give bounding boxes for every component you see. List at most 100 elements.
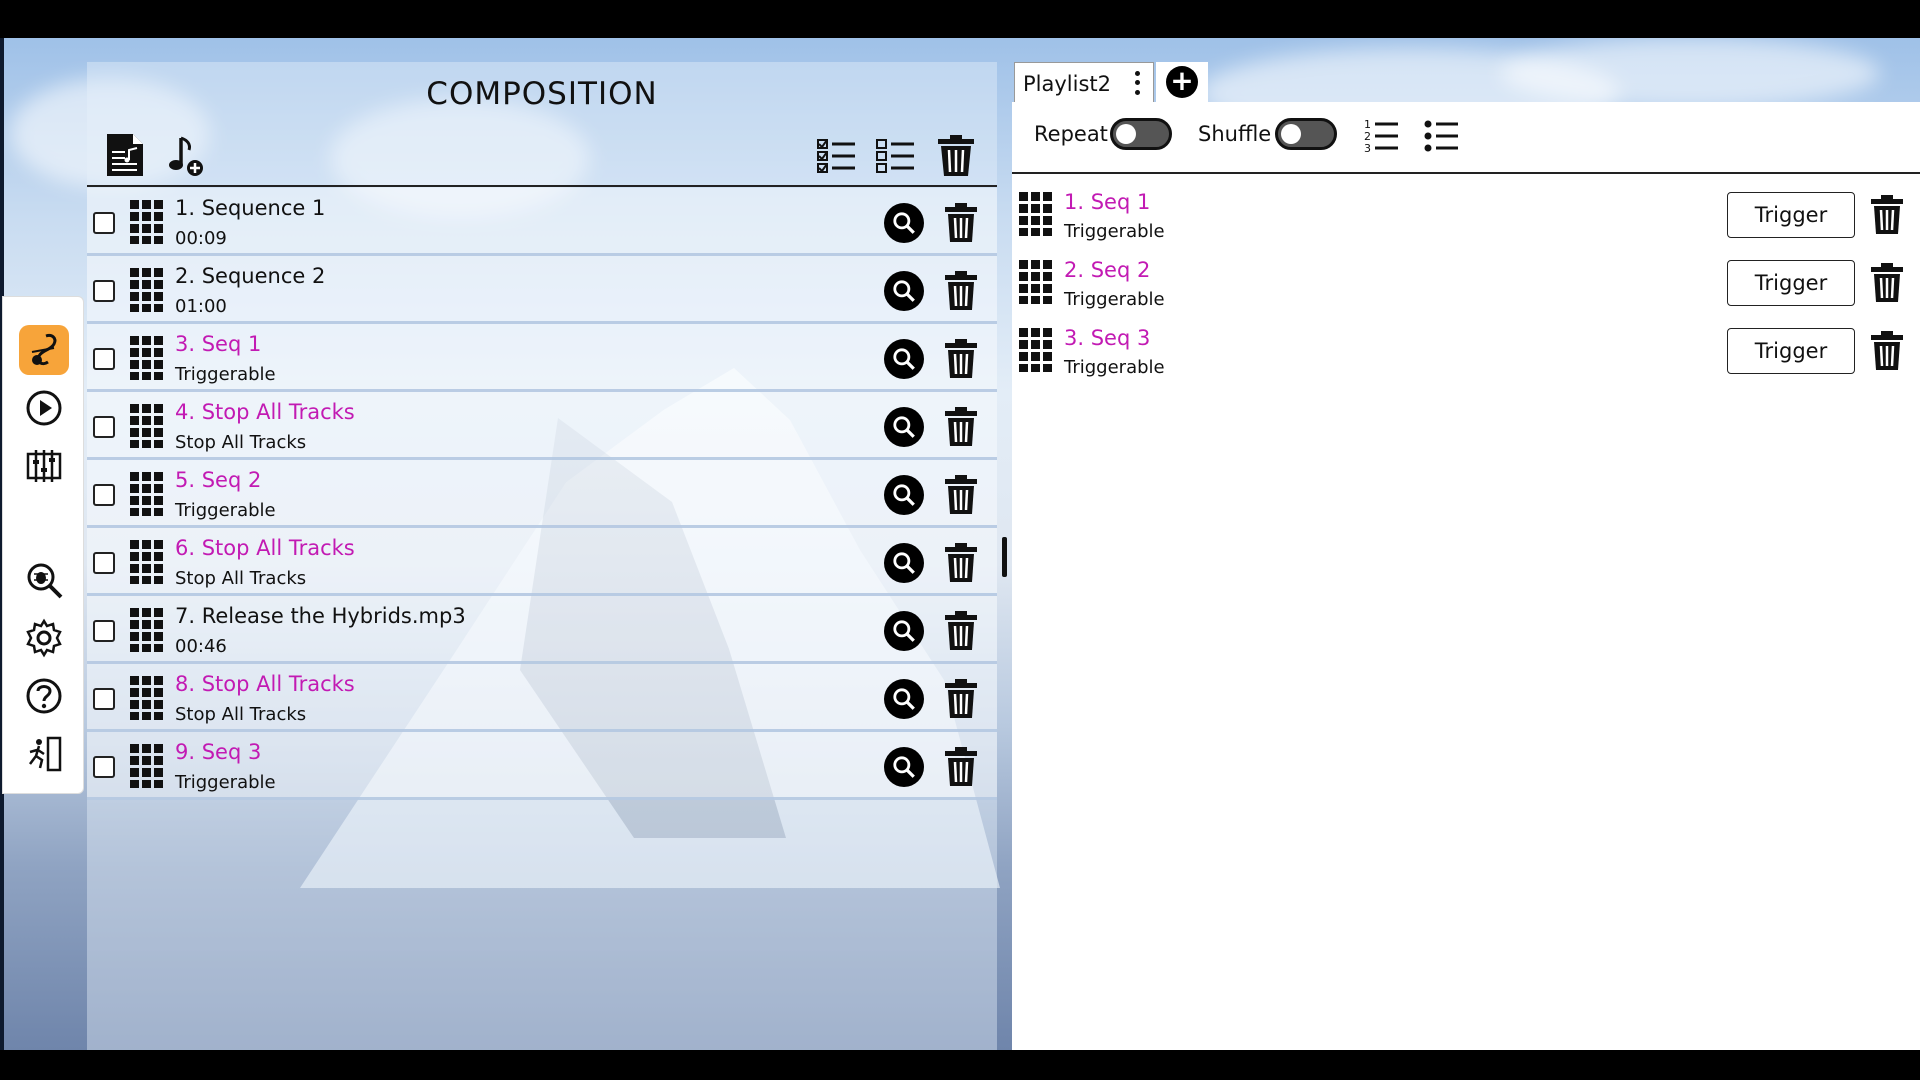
search-icon [893, 348, 915, 370]
item-subtitle: 00:09 [175, 228, 227, 249]
drag-handle-grid-icon[interactable] [130, 744, 164, 788]
inspect-button[interactable] [884, 747, 924, 787]
drag-handle-grid-icon[interactable] [130, 608, 164, 652]
inspect-button[interactable] [884, 339, 924, 379]
rail-debug-button[interactable] [19, 555, 69, 605]
delete-selected-button[interactable] [933, 130, 979, 180]
panel-splitter[interactable] [1002, 537, 1007, 577]
search-icon [893, 620, 915, 642]
list-item[interactable]: 5. Seq 2 Triggerable [87, 460, 997, 528]
drag-handle-grid-icon[interactable] [130, 404, 164, 448]
music-note-icon [31, 334, 57, 366]
gear-icon [26, 618, 62, 658]
inspect-button[interactable] [884, 611, 924, 651]
row-checkbox[interactable] [93, 688, 115, 710]
inspect-button[interactable] [884, 475, 924, 515]
trash-icon[interactable] [943, 269, 979, 311]
help-icon [26, 678, 62, 714]
search-icon [893, 688, 915, 710]
trash-icon[interactable] [943, 201, 979, 243]
list-item[interactable]: 2. Sequence 2 01:00 [87, 256, 997, 324]
list-item[interactable]: 4. Stop All Tracks Stop All Tracks [87, 392, 997, 460]
row-checkbox[interactable] [93, 756, 115, 778]
trash-icon[interactable] [943, 337, 979, 379]
drag-handle-grid-icon[interactable] [1019, 192, 1053, 236]
inspect-button[interactable] [884, 203, 924, 243]
trash-icon[interactable] [1869, 193, 1905, 235]
list-item[interactable]: 7. Release the Hybrids.mp3 00:46 [87, 596, 997, 664]
more-vertical-icon[interactable] [1133, 69, 1141, 97]
drag-handle-grid-icon[interactable] [130, 540, 164, 584]
rail-exit-button[interactable] [19, 729, 69, 779]
item-title: 9. Seq 3 [175, 740, 262, 764]
inspect-button[interactable] [884, 271, 924, 311]
trigger-button[interactable]: Trigger [1727, 260, 1855, 306]
list-item[interactable]: 1. Sequence 1 00:09 [87, 188, 997, 256]
playlist-toolbar: Repeat Shuffle 1 2 3 [1012, 102, 1920, 174]
deselect-all-button[interactable] [873, 130, 919, 180]
trash-icon[interactable] [943, 405, 979, 447]
row-checkbox[interactable] [93, 416, 115, 438]
tab-playlist2[interactable]: Playlist2 [1014, 62, 1154, 104]
composition-list: 1. Sequence 1 00:09 2. Sequence 2 01:00 3.… [87, 188, 997, 800]
trash-icon[interactable] [943, 473, 979, 515]
row-checkbox[interactable] [93, 348, 115, 370]
drag-handle-grid-icon[interactable] [130, 200, 164, 244]
playlist-item-number: 3. [1064, 326, 1091, 350]
numbered-list-icon[interactable]: 1 2 3 [1362, 116, 1402, 156]
repeat-toggle[interactable] [1110, 118, 1172, 150]
trash-icon[interactable] [943, 609, 979, 651]
playlist-tabbar: Playlist2 + [1012, 62, 1920, 104]
drag-handle-grid-icon[interactable] [130, 336, 164, 380]
inspect-button[interactable] [884, 543, 924, 583]
drag-handle-grid-icon[interactable] [1019, 260, 1053, 304]
playlist-item[interactable]: 1. Seq 1 Triggerable Trigger [1012, 184, 1920, 250]
shuffle-label: Shuffle [1198, 122, 1272, 146]
drag-handle-grid-icon[interactable] [1019, 328, 1053, 372]
playlist-item-number: 1. [1064, 190, 1091, 214]
drag-handle-grid-icon[interactable] [130, 676, 164, 720]
rail-mixer-button[interactable] [19, 441, 69, 491]
bulleted-list-icon[interactable] [1422, 116, 1462, 156]
inspect-button[interactable] [884, 679, 924, 719]
trash-icon[interactable] [1869, 261, 1905, 303]
inspect-button[interactable] [884, 407, 924, 447]
rail-play-button[interactable] [19, 383, 69, 433]
item-number: 4. [175, 400, 202, 424]
shuffle-toggle[interactable] [1275, 118, 1337, 150]
item-subtitle: Stop All Tracks [175, 432, 307, 453]
rail-settings-button[interactable] [19, 613, 69, 663]
plus-icon: + [1166, 66, 1198, 98]
rail-composition-button[interactable] [19, 325, 69, 375]
search-icon [893, 212, 915, 234]
item-subtitle: Triggerable [175, 364, 276, 385]
list-item[interactable]: 9. Seq 3 Triggerable [87, 732, 997, 800]
trigger-button[interactable]: Trigger [1727, 328, 1855, 374]
row-checkbox[interactable] [93, 552, 115, 574]
add-playlist-button[interactable]: + [1156, 62, 1208, 102]
item-title: 8. Stop All Tracks [175, 672, 355, 696]
row-checkbox[interactable] [93, 280, 115, 302]
list-item[interactable]: 3. Seq 1 Triggerable [87, 324, 997, 392]
playlist-item[interactable]: 3. Seq 3 Triggerable Trigger [1012, 320, 1920, 386]
add-music-button[interactable] [162, 130, 208, 180]
trash-icon[interactable] [943, 541, 979, 583]
row-checkbox[interactable] [93, 484, 115, 506]
exit-icon [29, 736, 62, 772]
playlist-item[interactable]: 2. Seq 2 Triggerable Trigger [1012, 252, 1920, 318]
trash-icon[interactable] [943, 745, 979, 787]
row-checkbox[interactable] [93, 620, 115, 642]
list-item[interactable]: 8. Stop All Tracks Stop All Tracks [87, 664, 997, 732]
new-document-button[interactable] [102, 130, 148, 180]
trash-icon[interactable] [943, 677, 979, 719]
select-all-button[interactable] [814, 130, 860, 180]
item-subtitle: 00:46 [175, 636, 227, 657]
list-item[interactable]: 6. Stop All Tracks Stop All Tracks [87, 528, 997, 596]
trigger-button[interactable]: Trigger [1727, 192, 1855, 238]
row-checkbox[interactable] [93, 212, 115, 234]
rail-help-button[interactable] [19, 671, 69, 721]
trash-icon[interactable] [1869, 329, 1905, 371]
drag-handle-grid-icon[interactable] [130, 268, 164, 312]
drag-handle-grid-icon[interactable] [130, 472, 164, 516]
item-number: 1. [175, 196, 202, 220]
